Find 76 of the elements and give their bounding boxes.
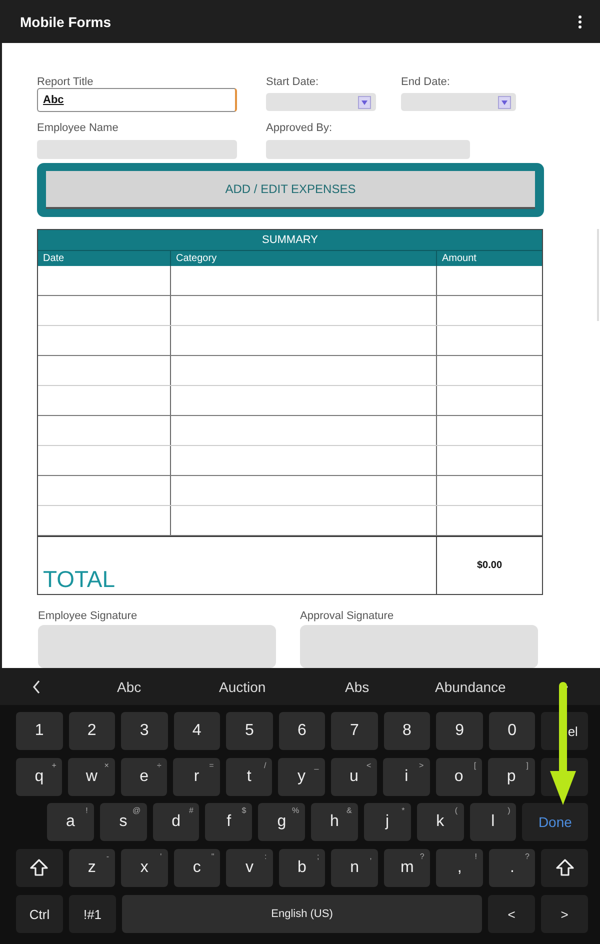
key[interactable]: u < (330, 758, 378, 796)
add-edit-expenses-button[interactable]: ADD / EDIT EXPENSES (46, 171, 535, 209)
field-label: End Date: (401, 76, 451, 88)
key[interactable]: f $ (205, 803, 252, 841)
key[interactable]: !#1 (69, 895, 116, 933)
suggestion[interactable]: Abundance (435, 679, 506, 695)
input-field[interactable] (266, 140, 470, 159)
key[interactable]: r = (173, 758, 220, 796)
key[interactable]: . ? (488, 849, 536, 887)
key[interactable]: 1 (16, 712, 63, 750)
key[interactable]: s @ (100, 803, 147, 841)
key[interactable]: c " (174, 849, 220, 887)
key[interactable]: 4 (174, 712, 220, 750)
key[interactable]: Ctrl (16, 895, 63, 933)
field-label: Approval Signature (300, 610, 395, 622)
key[interactable]: 7 (331, 712, 378, 750)
key[interactable]: e ÷ (120, 758, 168, 796)
done-key[interactable]: Done (522, 803, 588, 841)
signature-field[interactable] (38, 625, 276, 668)
field-label: Start Date: (266, 76, 320, 88)
key[interactable]: z - (68, 849, 116, 887)
key[interactable]: 6 (278, 712, 326, 750)
key[interactable]: 5 (226, 712, 273, 750)
back-icon[interactable] (32, 680, 41, 694)
key[interactable]: i > (383, 758, 430, 796)
date-dropdown[interactable] (401, 93, 516, 111)
key[interactable]: t / (226, 758, 272, 796)
field-label: Report Title (37, 76, 94, 88)
shift-key[interactable] (541, 849, 588, 887)
field-label: Employee Signature (38, 610, 138, 622)
key[interactable]: < (488, 895, 535, 933)
shift-key[interactable] (16, 849, 63, 887)
key[interactable]: , ! (436, 849, 483, 887)
key[interactable]: y _ (278, 758, 325, 796)
key[interactable]: 0 (488, 712, 536, 750)
key[interactable]: n , (331, 849, 378, 887)
key[interactable]: g % (258, 803, 306, 841)
key[interactable]: 8 (384, 712, 430, 750)
key[interactable]: a ! (47, 803, 94, 841)
key[interactable]: p ] (488, 758, 535, 796)
scrollbar[interactable] (597, 229, 599, 321)
key[interactable]: d # (152, 803, 200, 841)
key[interactable]: k ( (416, 803, 464, 841)
input-field[interactable] (37, 140, 237, 159)
column-header: Category (170, 251, 436, 266)
key[interactable]: b ; (278, 849, 326, 887)
key[interactable]: l ) (470, 803, 516, 841)
key[interactable]: j * (364, 803, 411, 841)
suggestion[interactable]: Abc (117, 679, 142, 695)
table-title: SUMMARY (38, 230, 542, 251)
shift-icon (554, 858, 575, 878)
shift-icon (29, 858, 50, 878)
key[interactable]: h & (311, 803, 358, 841)
field-label: Approved By: (266, 122, 334, 134)
field-label: Employee Name (37, 122, 120, 134)
key[interactable]: 9 (436, 712, 483, 750)
key[interactable]: v : (226, 849, 273, 887)
key[interactable]: > (541, 895, 588, 933)
key[interactable]: w × (68, 758, 115, 796)
total-amount: $0.00 (476, 560, 502, 571)
key[interactable]: 3 (121, 712, 168, 750)
key[interactable]: 2 (68, 712, 116, 750)
space-key[interactable]: English (US) (122, 895, 482, 933)
key[interactable]: m ? (384, 849, 430, 887)
column-header: Amount (436, 251, 542, 266)
key[interactable]: x ' (121, 849, 168, 887)
signature-field[interactable] (300, 625, 538, 668)
key[interactable]: o [ (436, 758, 482, 796)
input-field[interactable]: Abc (37, 88, 237, 112)
key[interactable]: q + (16, 758, 62, 796)
suggestion[interactable]: Auction (219, 679, 266, 695)
total-label: TOTAL (43, 566, 115, 592)
suggestion[interactable]: Abs (345, 679, 370, 695)
app-title: Mobile Forms (20, 14, 112, 30)
column-header: Date (42, 252, 66, 266)
date-dropdown[interactable] (266, 93, 376, 111)
